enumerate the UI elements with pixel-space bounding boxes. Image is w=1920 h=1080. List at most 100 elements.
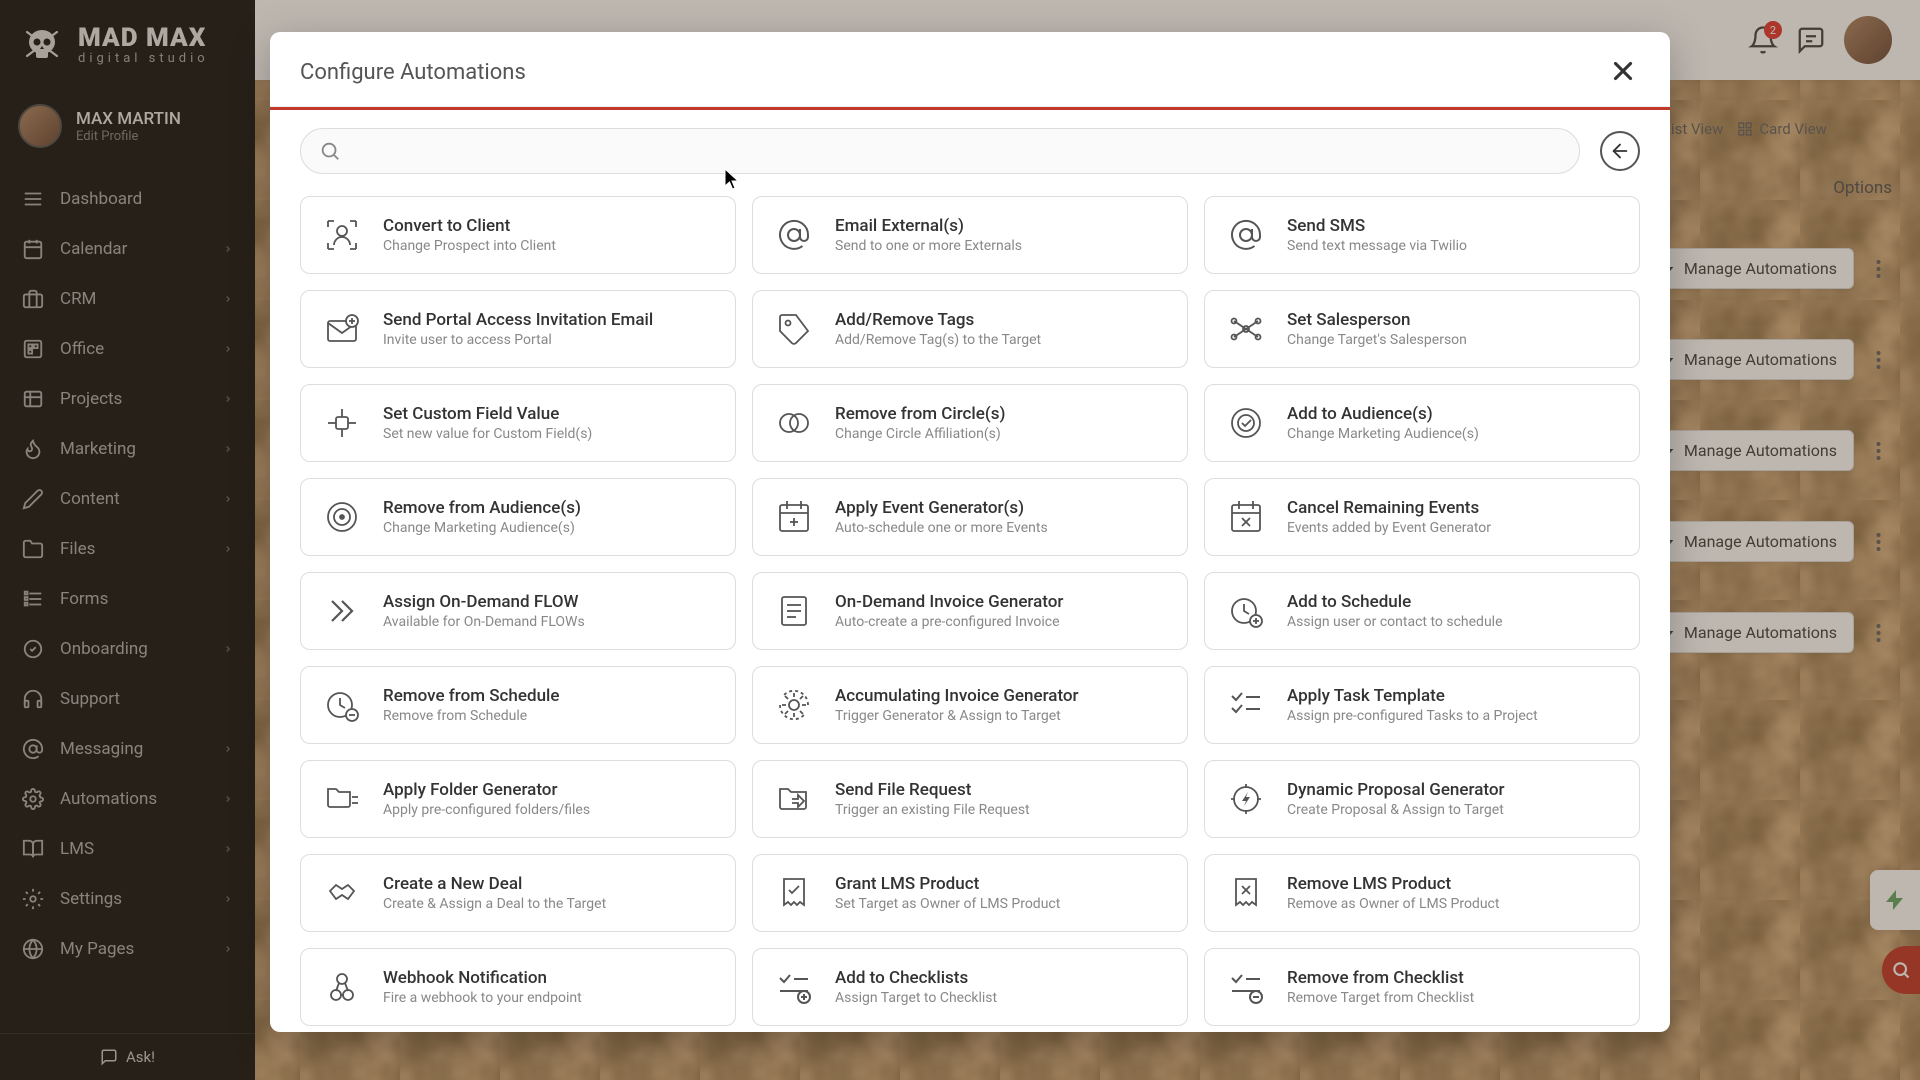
- card-desc: Events added by Event Generator: [1287, 519, 1491, 537]
- card-desc: Create Proposal & Assign to Target: [1287, 801, 1505, 819]
- card-title: Cancel Remaining Events: [1287, 497, 1491, 519]
- chevrons-icon: [321, 590, 363, 632]
- automation-card-send-portal-access-invitation-email[interactable]: Send Portal Access Invitation EmailInvit…: [300, 290, 736, 368]
- calendar-plus-icon: [773, 496, 815, 538]
- automation-card-remove-from-circle-s-[interactable]: Remove from Circle(s)Change Circle Affil…: [752, 384, 1188, 462]
- mail-plus-icon: [321, 308, 363, 350]
- invoice-icon: [773, 590, 815, 632]
- automation-card-remove-from-checklist[interactable]: Remove from ChecklistRemove Target from …: [1204, 948, 1640, 1026]
- card-title: Create a New Deal: [383, 873, 606, 895]
- automation-card-cancel-remaining-events[interactable]: Cancel Remaining EventsEvents added by E…: [1204, 478, 1640, 556]
- automation-card-convert-to-client[interactable]: Convert to ClientChange Prospect into Cl…: [300, 196, 736, 274]
- checklist-remove-icon: [1225, 966, 1267, 1008]
- target-check-icon: [1225, 402, 1267, 444]
- card-title: Dynamic Proposal Generator: [1287, 779, 1505, 801]
- card-title: Grant LMS Product: [835, 873, 1060, 895]
- automation-card-add-to-schedule[interactable]: Add to ScheduleAssign user or contact to…: [1204, 572, 1640, 650]
- automation-card-apply-task-template[interactable]: Apply Task TemplateAssign pre-configured…: [1204, 666, 1640, 744]
- card-desc: Trigger an existing File Request: [835, 801, 1030, 819]
- automation-card-set-salesperson[interactable]: Set SalespersonChange Target's Salespers…: [1204, 290, 1640, 368]
- card-desc: Send to one or more Externals: [835, 237, 1022, 255]
- automation-card-remove-lms-product[interactable]: Remove LMS ProductRemove as Owner of LMS…: [1204, 854, 1640, 932]
- card-title: Remove from Schedule: [383, 685, 559, 707]
- card-title: Send SMS: [1287, 215, 1467, 237]
- search-input[interactable]: [353, 142, 1561, 161]
- card-desc: Remove Target from Checklist: [1287, 989, 1474, 1007]
- nodes-icon: [1225, 308, 1267, 350]
- card-desc: Apply pre-configured folders/files: [383, 801, 590, 819]
- card-title: Set Custom Field Value: [383, 403, 592, 425]
- card-desc: Send text message via Twilio: [1287, 237, 1467, 255]
- card-title: Add to Audience(s): [1287, 403, 1479, 425]
- automation-card-email-external-s-[interactable]: Email External(s)Send to one or more Ext…: [752, 196, 1188, 274]
- automation-card-add-to-checklists[interactable]: Add to ChecklistsAssign Target to Checkl…: [752, 948, 1188, 1026]
- automation-card-send-sms[interactable]: Send SMSSend text message via Twilio: [1204, 196, 1640, 274]
- automation-card-create-a-new-deal[interactable]: Create a New DealCreate & Assign a Deal …: [300, 854, 736, 932]
- back-button[interactable]: [1600, 131, 1640, 171]
- card-desc: Assign pre-configured Tasks to a Project: [1287, 707, 1538, 725]
- gear-bolt-icon: [1225, 778, 1267, 820]
- circles-icon: [773, 402, 815, 444]
- card-desc: Assign user or contact to schedule: [1287, 613, 1503, 631]
- checklist-add-icon: [773, 966, 815, 1008]
- card-desc: Remove as Owner of LMS Product: [1287, 895, 1499, 913]
- field-icon: [321, 402, 363, 444]
- automation-card-remove-from-schedule[interactable]: Remove from ScheduleRemove from Schedule: [300, 666, 736, 744]
- automation-card-add-remove-tags[interactable]: Add/Remove TagsAdd/Remove Tag(s) to the …: [752, 290, 1188, 368]
- card-desc: Change Marketing Audience(s): [1287, 425, 1479, 443]
- modal-title: Configure Automations: [300, 60, 526, 85]
- automation-grid: Convert to ClientChange Prospect into Cl…: [270, 184, 1670, 1032]
- webhook-icon: [321, 966, 363, 1008]
- card-title: Send File Request: [835, 779, 1030, 801]
- automation-card-send-file-request[interactable]: Send File RequestTrigger an existing Fil…: [752, 760, 1188, 838]
- clock-plus-icon: [1225, 590, 1267, 632]
- card-desc: Set new value for Custom Field(s): [383, 425, 592, 443]
- card-desc: Change Prospect into Client: [383, 237, 556, 255]
- card-title: Set Salesperson: [1287, 309, 1467, 331]
- receipt-check-icon: [773, 872, 815, 914]
- card-desc: Trigger Generator & Assign to Target: [835, 707, 1079, 725]
- card-desc: Invite user to access Portal: [383, 331, 653, 349]
- card-desc: Set Target as Owner of LMS Product: [835, 895, 1060, 913]
- card-desc: Create & Assign a Deal to the Target: [383, 895, 606, 913]
- card-title: Remove from Audience(s): [383, 497, 581, 519]
- user-convert-icon: [321, 214, 363, 256]
- close-button[interactable]: [1608, 56, 1640, 88]
- automation-card-set-custom-field-value[interactable]: Set Custom Field ValueSet new value for …: [300, 384, 736, 462]
- card-title: Email External(s): [835, 215, 1022, 237]
- automation-card-apply-event-generator-s-[interactable]: Apply Event Generator(s)Auto-schedule on…: [752, 478, 1188, 556]
- folder-tree-icon: [321, 778, 363, 820]
- automation-card-assign-on-demand-flow[interactable]: Assign On-Demand FLOWAvailable for On-De…: [300, 572, 736, 650]
- clock-minus-icon: [321, 684, 363, 726]
- card-title: Remove LMS Product: [1287, 873, 1499, 895]
- automation-card-apply-folder-generator[interactable]: Apply Folder GeneratorApply pre-configur…: [300, 760, 736, 838]
- automation-card-grant-lms-product[interactable]: Grant LMS ProductSet Target as Owner of …: [752, 854, 1188, 932]
- search-box[interactable]: [300, 128, 1580, 174]
- receipt-x-icon: [1225, 872, 1267, 914]
- card-title: Send Portal Access Invitation Email: [383, 309, 653, 331]
- calendar-x-icon: [1225, 496, 1267, 538]
- card-title: Add to Schedule: [1287, 591, 1503, 613]
- automation-card-dynamic-proposal-generator[interactable]: Dynamic Proposal GeneratorCreate Proposa…: [1204, 760, 1640, 838]
- card-desc: Assign Target to Checklist: [835, 989, 997, 1007]
- card-desc: Remove from Schedule: [383, 707, 559, 725]
- card-title: Accumulating Invoice Generator: [835, 685, 1079, 707]
- card-desc: Change Target's Salesperson: [1287, 331, 1467, 349]
- card-title: Convert to Client: [383, 215, 556, 237]
- gear-cycle-icon: [773, 684, 815, 726]
- automation-card-accumulating-invoice-generator[interactable]: Accumulating Invoice GeneratorTrigger Ge…: [752, 666, 1188, 744]
- automation-card-webhook-notification[interactable]: Webhook NotificationFire a webhook to yo…: [300, 948, 736, 1026]
- card-title: Assign On-Demand FLOW: [383, 591, 585, 613]
- card-desc: Add/Remove Tag(s) to the Target: [835, 331, 1041, 349]
- automation-card-remove-from-audience-s-[interactable]: Remove from Audience(s)Change Marketing …: [300, 478, 736, 556]
- at-icon: [773, 214, 815, 256]
- automation-card-add-to-audience-s-[interactable]: Add to Audience(s)Change Marketing Audie…: [1204, 384, 1640, 462]
- card-title: Apply Event Generator(s): [835, 497, 1048, 519]
- target-icon: [321, 496, 363, 538]
- checklist-icon: [1225, 684, 1267, 726]
- card-title: Add to Checklists: [835, 967, 997, 989]
- automation-card-on-demand-invoice-generator[interactable]: On-Demand Invoice GeneratorAuto-create a…: [752, 572, 1188, 650]
- configure-automations-modal: Configure Automations Convert to ClientC…: [270, 32, 1670, 1032]
- card-title: Remove from Circle(s): [835, 403, 1005, 425]
- card-title: On-Demand Invoice Generator: [835, 591, 1063, 613]
